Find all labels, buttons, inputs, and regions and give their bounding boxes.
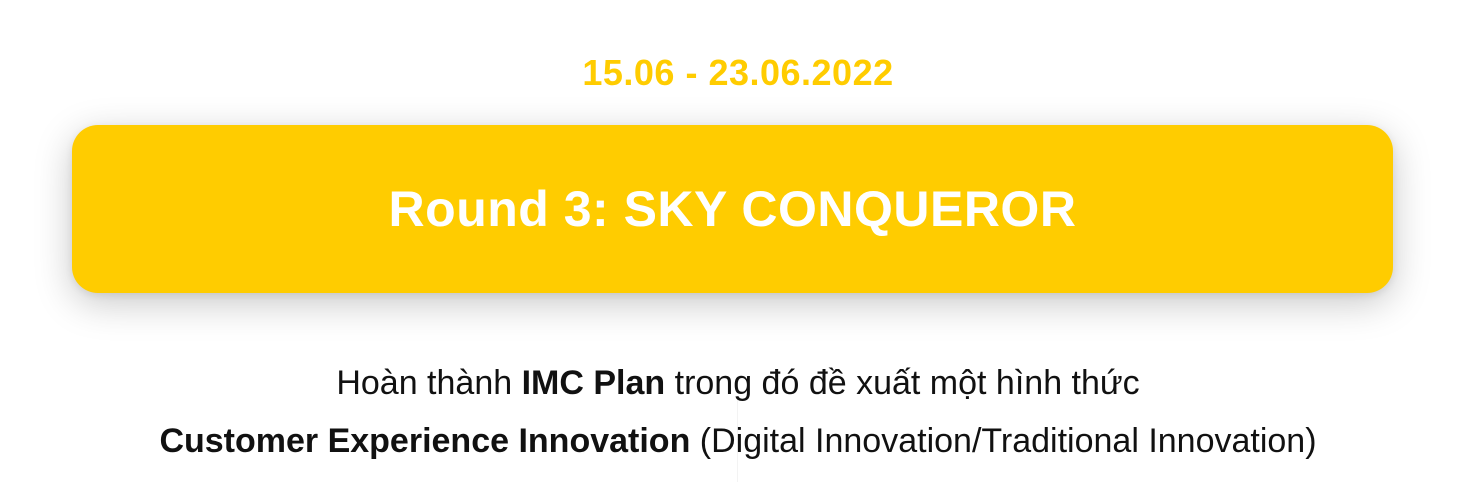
description-line-2-bold: Customer Experience Innovation	[159, 422, 691, 460]
description-line-1-post: trong đó đề xuất một hình thức	[665, 364, 1140, 402]
description-line-2-post: (Digital Innovation/Traditional Innovati…	[690, 422, 1317, 460]
description-line-1-pre: Hoàn thành	[336, 364, 522, 402]
round-title: Round 3: SKY CONQUEROR	[388, 181, 1077, 237]
description-line-2: Customer Experience Innovation (Digital …	[0, 422, 1476, 461]
description-line-1-bold: IMC Plan	[521, 364, 666, 402]
description-line-1: Hoàn thành IMC Plan trong đó đề xuất một…	[0, 364, 1476, 403]
date-range: 15.06 - 23.06.2022	[582, 52, 894, 93]
round-banner: Round 3: SKY CONQUEROR	[72, 125, 1393, 293]
